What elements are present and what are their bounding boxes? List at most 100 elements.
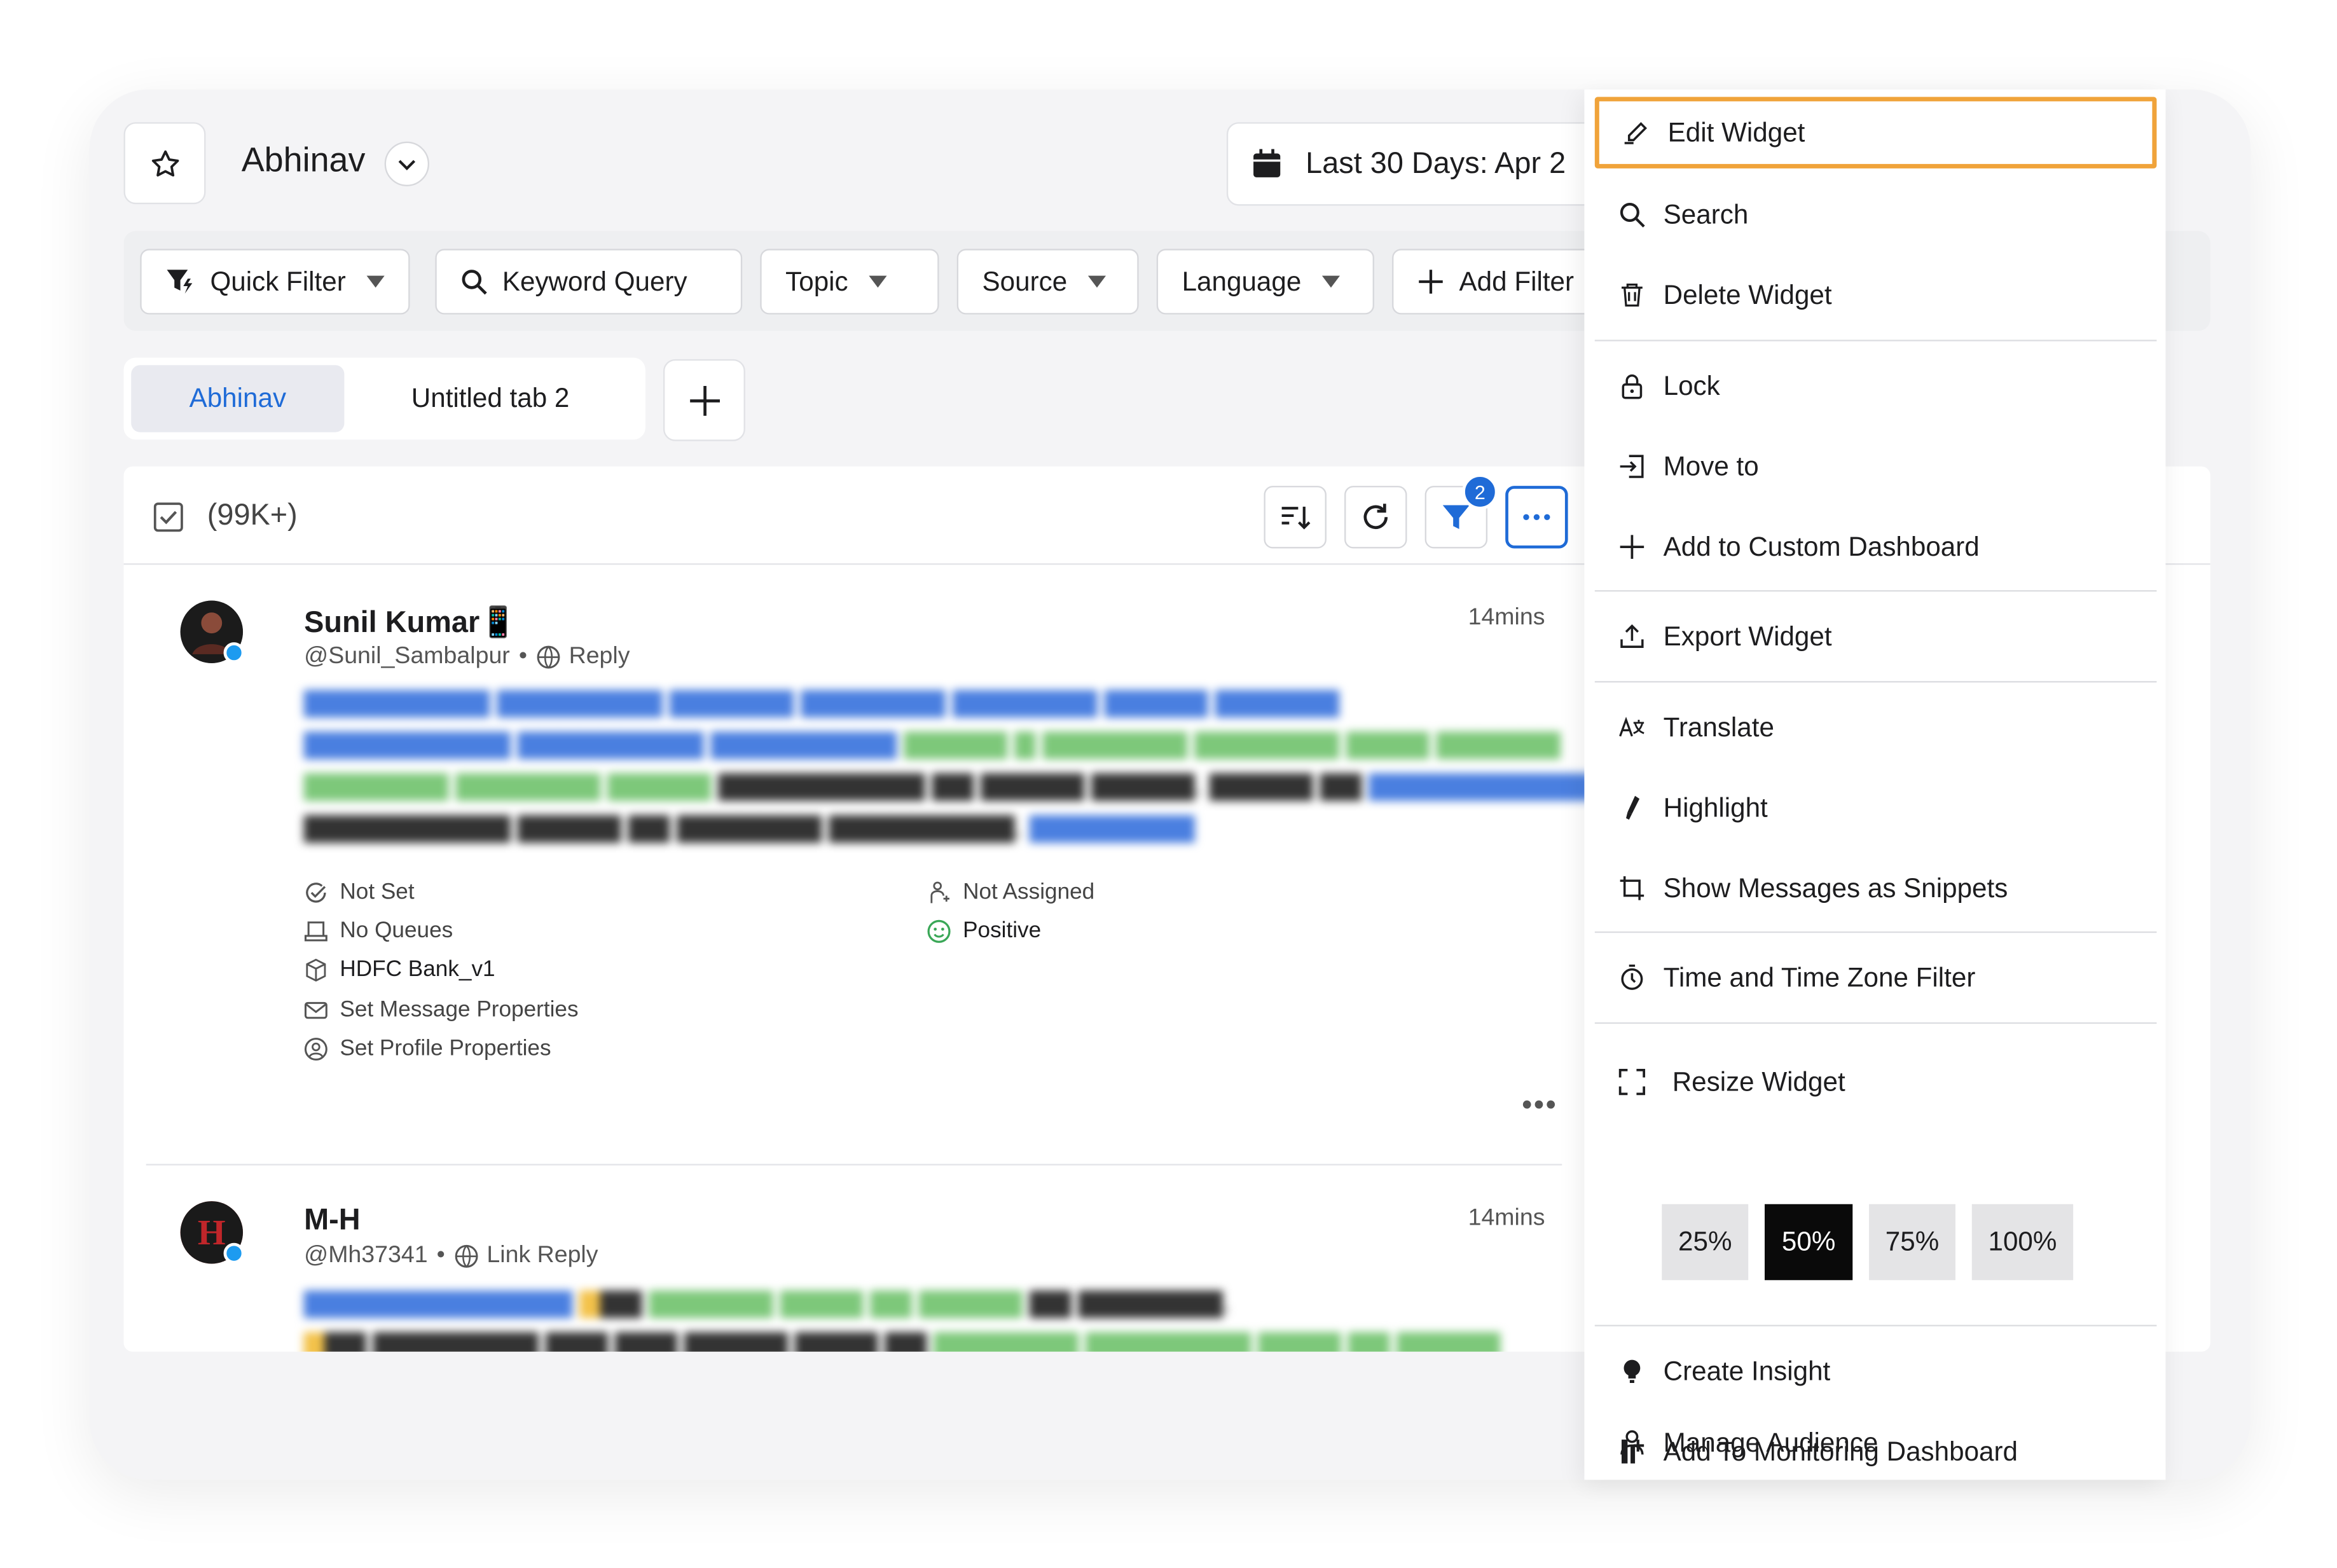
menu-separator <box>1594 931 2157 933</box>
quick-filter-label: Quick Filter <box>210 266 346 296</box>
menu-item-search[interactable]: Search <box>1595 179 2157 251</box>
queue-label: No Queues <box>340 918 453 944</box>
profile-properties-link[interactable]: Set Profile Properties <box>304 1036 551 1061</box>
menu-label: Resize Widget <box>1672 1066 1845 1096</box>
topic-filter-button[interactable]: Topic <box>760 249 939 315</box>
star-icon <box>151 149 179 176</box>
check-circle-icon <box>306 882 326 902</box>
blurred-message-text: ▇▇▇▇▇▇▇▇▇▇▇▇▇ ▇▇▇ ▇▇▇▇▇▇ ▇▇▇▇ ▇▇ ▇▇▇▇▇ ▇… <box>304 1288 1501 1352</box>
menu-separator <box>1594 681 2157 683</box>
resize-75-button[interactable]: 75% <box>1869 1204 1955 1281</box>
tab-untitled-2[interactable]: Untitled tab 2 <box>371 365 610 432</box>
separator-dot: • <box>518 643 527 670</box>
add-tab-button[interactable] <box>663 359 745 441</box>
author-handle[interactable]: @Mh37341 <box>304 1243 427 1270</box>
menu-item-add-to-custom-dashboard[interactable]: Add to Custom Dashboard <box>1595 511 2157 583</box>
chevron-down-icon <box>398 160 416 170</box>
refresh-icon <box>1363 504 1388 530</box>
globe-icon <box>454 1244 478 1268</box>
page-root: Abhinav Last 30 Days: Apr 2 Quick Filter… <box>0 0 2337 1568</box>
assignee-property[interactable]: Not Assigned <box>927 879 1094 905</box>
refresh-button[interactable] <box>1344 486 1407 549</box>
resize-50-button[interactable]: 50% <box>1765 1204 1853 1281</box>
sort-icon <box>1281 506 1311 530</box>
resize-icon <box>1618 1068 1646 1096</box>
author-name[interactable]: Sunil Kumar📱 <box>304 603 516 641</box>
select-all-checkbox[interactable] <box>153 502 183 532</box>
menu-item-manage-audience[interactable]: Manage Audience <box>1595 1407 2157 1479</box>
keyword-query-button[interactable]: Keyword Query <box>435 249 743 315</box>
sort-button[interactable] <box>1264 486 1327 549</box>
menu-item-show-snippets[interactable]: Show Messages as Snippets <box>1595 853 2157 925</box>
search-icon <box>1618 201 1645 228</box>
menu-label: Move to <box>1663 450 1759 481</box>
resize-25-button[interactable]: 25% <box>1662 1204 1749 1281</box>
menu-label: Search <box>1663 198 1749 229</box>
topic-filter-label: Topic <box>785 266 848 296</box>
menu-label: Manage Audience <box>1663 1427 1879 1457</box>
move-to-icon <box>1618 453 1645 480</box>
highlighter-icon <box>1618 794 1645 821</box>
tab-abhinav[interactable]: Abhinav <box>131 365 345 432</box>
message-more-button[interactable]: ••• <box>1522 1089 1557 1124</box>
menu-item-translate[interactable]: Translate <box>1595 692 2157 764</box>
status-property[interactable]: Not Set <box>304 879 415 905</box>
smiley-icon <box>927 919 951 942</box>
quick-filter-button[interactable]: Quick Filter <box>140 249 410 315</box>
menu-item-create-insight[interactable]: Create Insight <box>1595 1335 2157 1407</box>
profile-properties-label: Set Profile Properties <box>340 1035 551 1061</box>
blurred-message-text: ▇▇▇▇▇▇▇▇▇ ▇▇▇▇▇▇▇▇ ▇▇▇▇▇▇ ▇▇▇▇▇▇▇ ▇▇▇▇▇▇… <box>304 687 1665 842</box>
menu-item-export-widget[interactable]: Export Widget <box>1595 601 2157 673</box>
menu-label: Time and Time Zone Filter <box>1663 961 1976 992</box>
author-name[interactable]: M-H <box>304 1204 361 1239</box>
menu-label: Show Messages as Snippets <box>1663 872 2008 903</box>
resize-100-button[interactable]: 100% <box>1971 1204 2074 1281</box>
language-filter-label: Language <box>1182 266 1302 296</box>
envelope-icon <box>304 1001 327 1019</box>
source-filter-button[interactable]: Source <box>956 249 1139 315</box>
keyword-query-label: Keyword Query <box>502 266 687 296</box>
date-range-picker[interactable]: Last 30 Days: Apr 2 <box>1226 122 1615 206</box>
menu-item-time-zone-filter[interactable]: Time and Time Zone Filter <box>1595 942 2157 1014</box>
inbox-icon <box>304 921 327 941</box>
search-icon <box>462 270 487 295</box>
pencil-icon <box>1623 120 1650 146</box>
assignee-label: Not Assigned <box>963 879 1095 905</box>
caret-down-icon <box>366 275 385 288</box>
person-icon <box>1618 1429 1645 1456</box>
menu-item-delete-widget[interactable]: Delete Widget <box>1595 259 2157 331</box>
favorite-star-button[interactable] <box>123 122 206 205</box>
post-action[interactable]: Reply <box>569 644 630 671</box>
globe-icon <box>536 645 560 669</box>
dashboard-tabs: Abhinav Untitled tab 2 <box>123 357 645 440</box>
quick-filter-icon <box>167 270 193 294</box>
author-handle-row: @Mh37341 • Link Reply <box>304 1243 598 1270</box>
queue-property[interactable]: No Queues <box>304 918 453 944</box>
menu-label: Edit Widget <box>1667 116 1805 147</box>
brand-property[interactable]: HDFC Bank_v1 <box>304 957 495 982</box>
menu-label: Highlight <box>1663 792 1768 822</box>
user-circle-icon <box>304 1036 327 1060</box>
menu-separator <box>1594 1022 2157 1024</box>
author-handle[interactable]: @Sunil_Sambalpur <box>304 644 510 671</box>
menu-item-move-to[interactable]: Move to <box>1595 430 2157 502</box>
message-card[interactable]: H M-H @Mh37341 • Link Reply 14mins ▇▇▇▇▇… <box>124 1166 1585 1352</box>
filter-count-badge: 2 <box>1462 474 1498 510</box>
menu-item-edit-widget[interactable]: Edit Widget <box>1594 97 2157 168</box>
date-range-label: Last 30 Days: Apr 2 <box>1306 146 1566 180</box>
caret-down-icon <box>1088 275 1106 288</box>
post-time: 14mins <box>1468 605 1545 631</box>
post-action[interactable]: Link Reply <box>486 1243 598 1270</box>
menu-item-highlight[interactable]: Highlight <box>1595 772 2157 844</box>
translate-icon <box>1618 714 1645 741</box>
menu-separator <box>1594 340 2157 341</box>
message-properties-link[interactable]: Set Message Properties <box>304 997 579 1022</box>
more-options-button[interactable] <box>1505 486 1568 549</box>
filter-funnel-icon <box>1442 505 1470 530</box>
message-card[interactable]: Sunil Kumar📱 @Sunil_Sambalpur • Reply 14… <box>124 565 1665 1161</box>
language-filter-button[interactable]: Language <box>1156 249 1374 315</box>
menu-item-lock[interactable]: Lock <box>1595 350 2157 422</box>
menu-label: Lock <box>1663 370 1720 401</box>
dashboard-switcher-button[interactable] <box>384 141 429 186</box>
sentiment-property[interactable]: Positive <box>927 918 1041 944</box>
